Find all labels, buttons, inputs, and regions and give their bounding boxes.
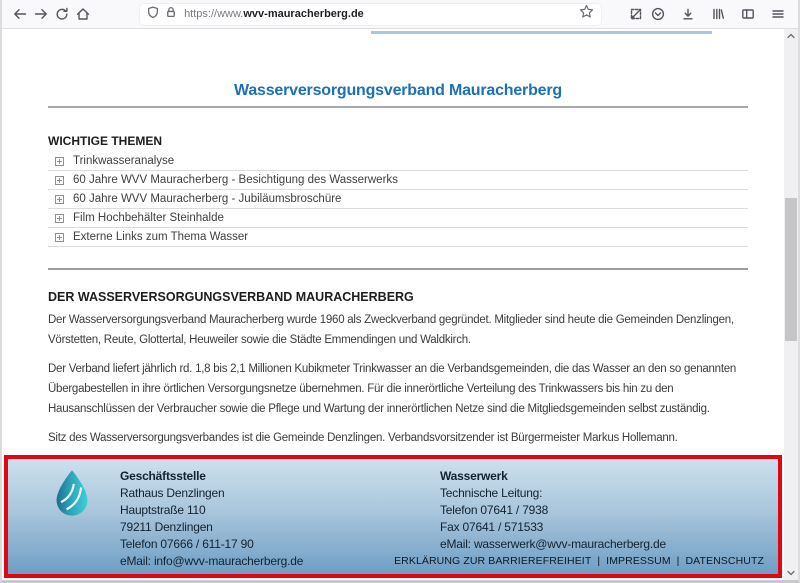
office-address-line: Rathaus Denzlingen — [120, 485, 303, 502]
topic-link-externe-links[interactable]: Externe Links zum Thema Wasser — [48, 228, 748, 247]
topic-label: Externe Links zum Thema Wasser — [73, 228, 248, 246]
expand-plus-icon — [55, 214, 64, 223]
office-heading: Geschäftsstelle — [120, 468, 303, 485]
back-icon[interactable] — [10, 3, 29, 25]
waterworks-lead-line: Technische Leitung: — [440, 485, 666, 502]
reload-icon[interactable] — [52, 3, 71, 25]
scroll-down-arrow[interactable] — [786, 568, 796, 578]
shield-icon[interactable] — [147, 5, 159, 23]
topic-link-film-hochbehaelter[interactable]: Film Hochbehälter Steinhalde — [48, 209, 748, 228]
menu-hamburger-icon[interactable] — [768, 3, 788, 25]
page-title: Wasserversorgungsverband Mauracherberg — [48, 81, 748, 101]
link-separator: | — [597, 555, 600, 567]
divider — [48, 268, 748, 270]
url-bar[interactable]: https://www.wvv-mauracherberg.de — [140, 4, 601, 25]
scrollbar[interactable] — [784, 29, 798, 580]
browser-window: https://www.wvv-mauracherberg.de — [0, 0, 800, 583]
office-phone-line: Telefon 07666 / 611-17 90 — [120, 536, 303, 553]
office-city-line: 79211 Denzlingen — [120, 519, 303, 536]
link-separator: | — [677, 555, 680, 567]
topic-label: 60 Jahre WVV Mauracherberg - Besichtigun… — [73, 171, 398, 189]
divider — [48, 106, 748, 108]
topic-link-trinkwasseranalyse[interactable]: Trinkwasseranalyse — [48, 152, 748, 171]
topics-list: Trinkwasseranalyse 60 Jahre WVV Maurache… — [48, 152, 748, 247]
topic-label: Film Hochbehälter Steinhalde — [73, 209, 224, 227]
home-icon[interactable] — [73, 3, 92, 25]
page-footer: Geschäftsstelle Rathaus Denzlingen Haupt… — [4, 455, 782, 578]
footer-link-datenschutz[interactable]: DATENSCHUTZ — [686, 555, 765, 567]
topic-label: 60 Jahre WVV Mauracherberg - Jubiläumsbr… — [73, 190, 341, 208]
about-paragraph-3: Sitz des Wasserversorgungsverbandes ist … — [48, 428, 748, 448]
toolbar-right-icons — [648, 3, 798, 25]
bookmark-star-icon[interactable] — [579, 4, 594, 24]
about-heading: DER WASSERVERSORGUNGSVERBAND MAURACHERBE… — [48, 290, 748, 305]
waterworks-fax-line: Fax 07641 / 571533 — [440, 519, 666, 536]
about-paragraph-2: Der Verband liefert jährlich rd. 1,8 bis… — [48, 359, 748, 419]
download-icon[interactable] — [678, 3, 698, 25]
lock-icon[interactable] — [165, 5, 177, 23]
scrollbar-thumb[interactable] — [785, 198, 797, 341]
expand-plus-icon — [55, 176, 64, 185]
topic-link-besichtigung[interactable]: 60 Jahre WVV Mauracherberg - Besichtigun… — [48, 171, 748, 190]
pocket-icon[interactable] — [648, 3, 668, 25]
footer-waterworks-column: Wasserwerk Technische Leitung: Telefon 0… — [440, 468, 666, 553]
url-domain: wvv-mauracherberg.de — [243, 8, 363, 20]
footer-legal-links: ERKLÄRUNG ZUR BARRIEREFREIHEIT | IMPRESSUM… — [394, 555, 764, 567]
screenshot-extension-icon[interactable] — [627, 3, 646, 25]
forward-icon[interactable] — [31, 3, 50, 25]
footer-link-impressum[interactable]: IMPRESSUM — [606, 555, 671, 567]
topic-link-jubilaeumsbroschuere[interactable]: 60 Jahre WVV Mauracherberg - Jubiläumsbr… — [48, 190, 748, 209]
waterworks-heading: Wasserwerk — [440, 468, 666, 485]
office-email-line[interactable]: eMail: info@wvv-mauracherberg.de — [120, 553, 303, 570]
browser-toolbar: https://www.wvv-mauracherberg.de — [2, 0, 798, 29]
waterworks-phone-line: Telefon 07641 / 7938 — [440, 502, 666, 519]
scroll-up-arrow[interactable] — [786, 31, 796, 41]
url-scheme: https://www. — [184, 8, 243, 20]
office-street-line: Hauptstraße 110 — [120, 502, 303, 519]
expand-plus-icon — [55, 233, 64, 242]
page-content: Wasserversorgungsverband Mauracherberg W… — [48, 29, 748, 457]
url-text: https://www.wvv-mauracherberg.de — [184, 8, 364, 20]
expand-plus-icon — [55, 157, 64, 166]
topic-label: Trinkwasseranalyse — [73, 152, 174, 170]
about-paragraph-1: Der Wasserversorgungsverband Mauracherbe… — [48, 310, 748, 350]
footer-office-column: Geschäftsstelle Rathaus Denzlingen Haupt… — [120, 468, 303, 570]
water-drop-logo — [52, 469, 92, 522]
sidebar-icon[interactable] — [738, 3, 758, 25]
topics-heading: WICHTIGE THEMEN — [48, 134, 748, 148]
footer-link-accessibility[interactable]: ERKLÄRUNG ZUR BARRIEREFREIHEIT — [394, 555, 591, 567]
waterworks-email-line[interactable]: eMail: wasserwerk@wvv-mauracherberg.de — [440, 536, 666, 553]
expand-plus-icon — [55, 195, 64, 204]
library-icon[interactable] — [708, 3, 728, 25]
